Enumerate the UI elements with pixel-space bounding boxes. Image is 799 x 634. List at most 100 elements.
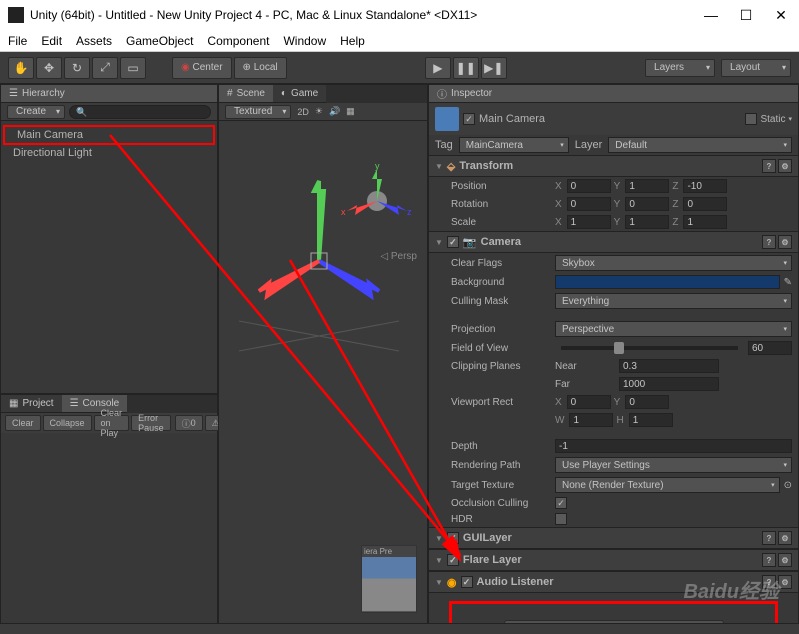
rot-z-field[interactable] <box>683 197 727 211</box>
camera-enable-checkbox[interactable] <box>447 236 459 248</box>
layer-label: Layer <box>575 139 603 151</box>
fov-field[interactable] <box>748 341 792 355</box>
scene-tab[interactable]: # Scene <box>219 85 273 103</box>
active-checkbox[interactable] <box>463 113 475 125</box>
console-error-pause-button[interactable]: Error Pause <box>131 415 171 431</box>
layout-dropdown[interactable]: Layout <box>721 59 791 77</box>
inspector-tab[interactable]: ⓘ Inspector <box>429 85 798 103</box>
culling-mask-dropdown[interactable]: Everything <box>555 293 792 309</box>
target-texture-field[interactable]: None (Render Texture) <box>555 477 780 493</box>
hierarchy-tab[interactable]: ☰Hierarchy <box>1 85 217 103</box>
console-collapse-button[interactable]: Collapse <box>43 415 92 431</box>
play-button[interactable]: ▶ <box>425 57 451 79</box>
minimize-button[interactable]: — <box>701 5 721 25</box>
scale-x-field[interactable] <box>567 215 611 229</box>
scale-y-field[interactable] <box>625 215 669 229</box>
console-clear-button[interactable]: Clear <box>5 415 41 431</box>
menu-assets[interactable]: Assets <box>76 34 112 48</box>
project-tab[interactable]: ▦ Project <box>1 395 62 413</box>
titlebar: Unity (64bit) - Untitled - New Unity Pro… <box>0 0 799 30</box>
menu-file[interactable]: File <box>8 34 27 48</box>
camera-header[interactable]: ▼ 📷 Camera ?⚙ <box>429 231 798 253</box>
audiolistener-enable-checkbox[interactable] <box>461 576 473 588</box>
flarelayer-header[interactable]: ▼Flare Layer?⚙ <box>429 549 798 571</box>
help-icon[interactable]: ? <box>762 553 776 567</box>
mode-2d-toggle[interactable]: 2D <box>297 107 309 117</box>
help-icon[interactable]: ? <box>762 531 776 545</box>
gear-icon[interactable]: ⚙ <box>778 575 792 589</box>
scale-z-field[interactable] <box>683 215 727 229</box>
console-clear-on-play-button[interactable]: Clear on Play <box>94 415 130 431</box>
far-field[interactable] <box>619 377 719 391</box>
menu-component[interactable]: Component <box>207 34 269 48</box>
rect-tool-button[interactable]: ▭ <box>120 57 146 79</box>
rot-y-field[interactable] <box>625 197 669 211</box>
maximize-button[interactable]: ☐ <box>736 5 756 25</box>
move-tool-button[interactable]: ✥ <box>36 57 62 79</box>
occlusion-checkbox[interactable] <box>555 497 567 509</box>
gear-icon[interactable]: ⚙ <box>778 235 792 249</box>
menu-gameobject[interactable]: GameObject <box>126 34 193 48</box>
game-tab[interactable]: ◐ Game <box>273 85 326 103</box>
pivot-center-button[interactable]: ◉ Center <box>172 57 232 79</box>
projection-dropdown[interactable]: Perspective <box>555 321 792 337</box>
help-icon[interactable]: ? <box>762 235 776 249</box>
viewport-y-field[interactable] <box>625 395 669 409</box>
guilayer-header[interactable]: ▼GUILayer?⚙ <box>429 527 798 549</box>
eyedropper-icon[interactable]: ✎ <box>784 277 792 288</box>
viewport-x-field[interactable] <box>567 395 611 409</box>
scene-view[interactable]: y z x ◁ Persp iera Pre <box>219 121 427 623</box>
gear-icon[interactable]: ⚙ <box>778 159 792 173</box>
hierarchy-search-input[interactable]: 🔍 <box>69 105 211 119</box>
static-toggle[interactable]: Static▾ <box>745 113 792 125</box>
viewport-w-field[interactable] <box>569 413 613 427</box>
add-component-button[interactable]: Add Component <box>504 620 724 623</box>
create-dropdown[interactable]: Create <box>7 105 65 119</box>
flarelayer-enable-checkbox[interactable] <box>447 554 459 566</box>
object-picker-icon[interactable]: ⊙ <box>784 480 792 491</box>
rot-x-field[interactable] <box>567 197 611 211</box>
pos-z-field[interactable] <box>683 179 727 193</box>
camera-icon: 📷 <box>463 236 477 249</box>
light-toggle-icon[interactable]: ☀ <box>315 106 323 117</box>
transform-header[interactable]: ▼ ⬙ Transform ?⚙ <box>429 155 798 177</box>
shading-dropdown[interactable]: Textured <box>225 105 291 119</box>
pause-button[interactable]: ❚❚ <box>453 57 479 79</box>
hand-tool-button[interactable]: ✋ <box>8 57 34 79</box>
menu-edit[interactable]: Edit <box>41 34 62 48</box>
help-icon[interactable]: ? <box>762 159 776 173</box>
gameobject-icon[interactable] <box>435 107 459 131</box>
close-button[interactable]: ✕ <box>771 5 791 25</box>
persp-label: ◁ Persp <box>380 251 417 262</box>
tag-dropdown[interactable]: MainCamera <box>459 137 569 153</box>
hierarchy-item-main-camera[interactable]: Main Camera <box>3 125 215 145</box>
render-path-dropdown[interactable]: Use Player Settings <box>555 457 792 473</box>
scale-tool-button[interactable]: ⤢ <box>92 57 118 79</box>
layer-dropdown[interactable]: Default <box>608 137 792 153</box>
orientation-gizmo[interactable]: y z x <box>337 161 417 241</box>
console-info-count[interactable]: ⓘ 0 <box>175 415 203 431</box>
gear-icon[interactable]: ⚙ <box>778 553 792 567</box>
pos-x-field[interactable] <box>567 179 611 193</box>
fov-slider[interactable] <box>561 346 738 350</box>
hierarchy-icon: ☰ <box>9 88 18 99</box>
audio-toggle-icon[interactable]: 🔊 <box>329 106 340 117</box>
near-field[interactable] <box>619 359 719 373</box>
rotate-tool-button[interactable]: ↻ <box>64 57 90 79</box>
gameobject-name[interactable]: Main Camera <box>479 113 545 125</box>
pivot-local-button[interactable]: ⊕ Local <box>234 57 287 79</box>
menu-help[interactable]: Help <box>340 34 365 48</box>
viewport-h-field[interactable] <box>629 413 673 427</box>
guilayer-enable-checkbox[interactable] <box>447 532 459 544</box>
background-color-field[interactable] <box>555 275 780 289</box>
fx-toggle-icon[interactable]: ▦ <box>346 106 355 117</box>
step-button[interactable]: ▶❚ <box>481 57 507 79</box>
depth-field[interactable] <box>555 439 792 453</box>
hierarchy-item-directional-light[interactable]: Directional Light <box>1 145 217 161</box>
menu-window[interactable]: Window <box>283 34 326 48</box>
layers-dropdown[interactable]: Layers <box>645 59 715 77</box>
hdr-checkbox[interactable] <box>555 513 567 525</box>
clear-flags-dropdown[interactable]: Skybox <box>555 255 792 271</box>
pos-y-field[interactable] <box>625 179 669 193</box>
gear-icon[interactable]: ⚙ <box>778 531 792 545</box>
